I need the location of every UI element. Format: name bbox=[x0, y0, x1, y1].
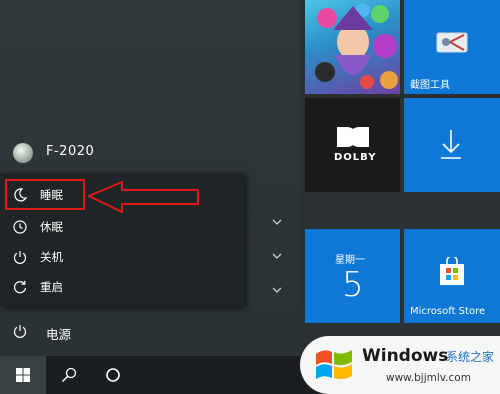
power-button-label: 电源 bbox=[46, 327, 72, 342]
tile-snipping-tool-label: 截图工具 bbox=[410, 80, 450, 91]
tile-microsoft-store-label: Microsoft Store bbox=[410, 306, 486, 317]
menu-item-restart-label: 重启 bbox=[40, 280, 63, 294]
watermark: Windows 系统之家 www.bjjmlv.com bbox=[300, 336, 500, 394]
arrow-icon bbox=[88, 181, 199, 213]
download-arrow-icon bbox=[441, 130, 461, 159]
power-icon bbox=[13, 325, 27, 338]
tile-dolby[interactable]: DOLBY bbox=[305, 98, 400, 192]
tile-calendar[interactable]: 星期一 5 bbox=[305, 229, 400, 323]
chevron-down-icon[interactable] bbox=[272, 218, 282, 226]
menu-item-restart[interactable]: 重启 bbox=[6, 273, 238, 301]
clock-icon bbox=[13, 220, 27, 234]
watermark-title: Windows bbox=[362, 346, 449, 366]
power-icon bbox=[13, 251, 27, 264]
user-avatar bbox=[13, 143, 33, 163]
highlight-box bbox=[5, 179, 85, 210]
user-account[interactable]: F-2020 bbox=[0, 137, 240, 167]
store-bag-icon bbox=[440, 257, 464, 285]
restart-icon bbox=[13, 280, 27, 294]
calendar-day: 5 bbox=[342, 265, 364, 305]
windows-logo-icon bbox=[316, 350, 352, 380]
power-button[interactable]: 电源 bbox=[0, 318, 240, 346]
menu-item-hibernate[interactable]: 休眠 bbox=[6, 213, 238, 241]
start-button[interactable] bbox=[0, 356, 46, 394]
tile-snipping-tool[interactable]: 截图工具 bbox=[404, 0, 500, 94]
dolby-logo-icon bbox=[337, 127, 369, 147]
windows-start-icon bbox=[16, 368, 30, 382]
tile-microsoft-store[interactable]: Microsoft Store bbox=[404, 229, 500, 323]
menu-item-shutdown-label: 关机 bbox=[40, 250, 63, 264]
chevron-down-icon[interactable] bbox=[272, 286, 282, 294]
calendar-weekday: 星期一 bbox=[335, 255, 365, 266]
tile-downloads[interactable] bbox=[404, 98, 500, 192]
watermark-subtitle: 系统之家 bbox=[446, 350, 495, 364]
chevron-down-icon[interactable] bbox=[272, 252, 282, 260]
watermark-url: www.bjjmlv.com bbox=[386, 372, 471, 384]
search-icon[interactable] bbox=[61, 367, 77, 383]
menu-item-hibernate-label: 休眠 bbox=[40, 220, 63, 234]
tile-dolby-label: DOLBY bbox=[334, 152, 377, 163]
snipping-tool-icon bbox=[436, 32, 468, 53]
tile-game[interactable] bbox=[305, 0, 400, 94]
game-art-icon bbox=[315, 3, 398, 89]
menu-item-shutdown[interactable]: 关机 bbox=[6, 243, 238, 271]
user-name: F-2020 bbox=[46, 144, 95, 159]
cortana-icon[interactable] bbox=[105, 367, 121, 383]
